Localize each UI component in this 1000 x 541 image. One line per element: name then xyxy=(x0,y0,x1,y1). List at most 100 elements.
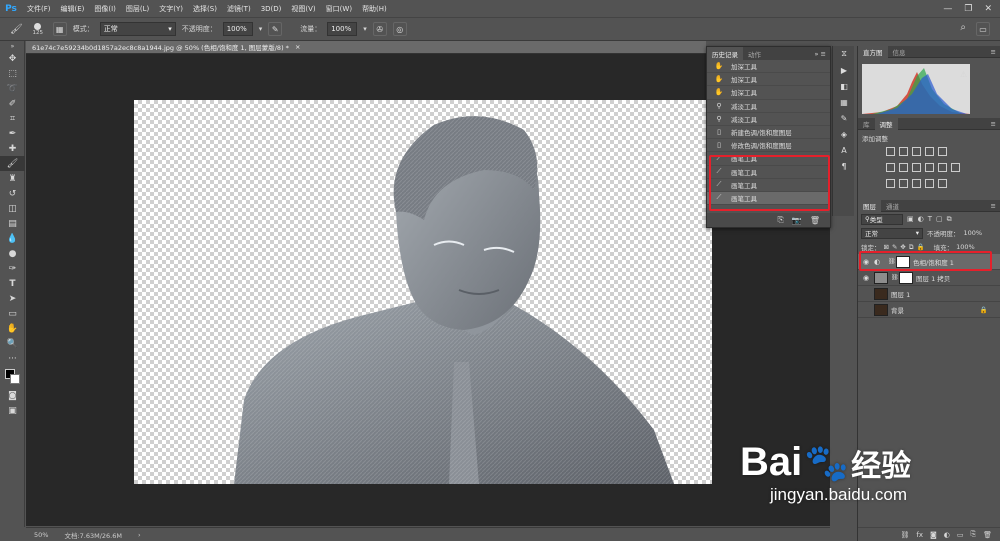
blend-mode-select[interactable]: 正常 ▾ xyxy=(861,227,923,239)
pressure-opacity-button[interactable]: ✎ xyxy=(268,22,283,36)
eye-icon[interactable]: ◉ xyxy=(858,274,874,282)
panel-menu-icon[interactable]: ≡ xyxy=(991,48,1000,56)
history-item[interactable]: ⚲ 减淡工具 xyxy=(707,113,830,126)
brush-tool-icon[interactable]: 🖌 xyxy=(10,24,23,35)
shape-tool-icon[interactable]: ▭ xyxy=(0,306,25,321)
warning-icon[interactable]: ⚠ xyxy=(960,70,967,79)
filter-adjust-icon[interactable]: ◐ xyxy=(918,215,924,223)
close-icon[interactable]: ✕ xyxy=(984,4,992,14)
crop-tool-icon[interactable]: ⌗ xyxy=(0,111,25,126)
color-balance-icon[interactable] xyxy=(886,163,895,172)
eraser-tool-icon[interactable]: ◫ xyxy=(0,201,25,216)
curves-icon[interactable] xyxy=(912,147,921,156)
trash-icon[interactable]: 🗑 xyxy=(983,531,992,539)
history-item[interactable]: ▯ 新建色调/饱和度图层 xyxy=(707,126,830,140)
history-icon[interactable]: ⧖ xyxy=(833,46,855,62)
color-swatches[interactable] xyxy=(0,366,25,388)
actions-play-icon[interactable]: ▶ xyxy=(833,62,855,78)
selective-color-icon[interactable] xyxy=(938,179,947,188)
fill-value[interactable]: 100% xyxy=(956,243,975,251)
history-item[interactable]: ⚲ 减淡工具 xyxy=(707,100,830,113)
new-group-icon[interactable]: ▭ xyxy=(957,531,964,539)
new-layer-icon[interactable]: ⎘ xyxy=(971,530,977,539)
add-mask-icon[interactable]: ◙ xyxy=(930,531,937,539)
layer-row[interactable]: ◉ ⛓ 图层 1 拷贝 xyxy=(858,270,1000,286)
tab-actions[interactable]: 动作 xyxy=(743,47,766,60)
close-tab-icon[interactable]: × xyxy=(295,43,300,51)
layer-mask-thumbnail[interactable] xyxy=(899,271,913,284)
new-document-from-state-icon[interactable]: ⎘ xyxy=(777,215,783,225)
tab-layers[interactable]: 图层 xyxy=(858,199,881,212)
gradient-map-icon[interactable] xyxy=(925,179,934,188)
more-tools-icon[interactable]: ··· xyxy=(0,351,25,366)
styles-icon[interactable]: ◈ xyxy=(833,126,855,142)
pressure-size-button[interactable]: ◎ xyxy=(392,22,407,36)
type-tool-icon[interactable]: T xyxy=(0,276,25,291)
lock-pixels-icon[interactable]: ⊠ xyxy=(884,243,889,251)
path-select-tool-icon[interactable]: ➤ xyxy=(0,291,25,306)
filter-smart-icon[interactable]: ⧉ xyxy=(947,215,952,224)
zoom-level[interactable]: 50% xyxy=(34,531,48,539)
gradient-tool-icon[interactable]: ▤ xyxy=(0,216,25,231)
lock-paint-icon[interactable]: ✎ xyxy=(892,243,897,251)
photo-filter-icon[interactable] xyxy=(912,163,921,172)
eyedropper-tool-icon[interactable]: ✒ xyxy=(0,126,25,141)
exposure-icon[interactable] xyxy=(925,147,934,156)
paragraph-icon[interactable]: ¶ xyxy=(833,158,855,174)
brush-panel-toggle[interactable]: ▦ xyxy=(52,22,67,36)
brightness-icon[interactable] xyxy=(886,147,895,156)
fx-icon[interactable]: fx xyxy=(916,531,923,539)
tab-histogram[interactable]: 直方图 xyxy=(858,45,888,58)
threshold-icon[interactable] xyxy=(912,179,921,188)
airbrush-button[interactable]: ✇ xyxy=(372,22,387,36)
panel-menu-icon[interactable]: ≡ xyxy=(991,202,1000,210)
brush-settings-icon[interactable]: ✎ xyxy=(833,110,855,126)
channel-mixer-icon[interactable] xyxy=(925,163,934,172)
menu-image[interactable]: 图像(I) xyxy=(89,4,121,14)
tab-history[interactable]: 历史记录 xyxy=(707,47,743,60)
layer-row[interactable]: 图层 1 xyxy=(858,286,1000,302)
minimize-icon[interactable]: — xyxy=(943,4,952,14)
menu-window[interactable]: 窗口(W) xyxy=(321,4,357,14)
menu-type[interactable]: 文字(Y) xyxy=(154,4,188,14)
levels-icon[interactable] xyxy=(899,147,908,156)
lock-all-icon[interactable]: 🔒 xyxy=(917,243,925,251)
posterize-icon[interactable] xyxy=(899,179,908,188)
brush-preset-picker[interactable]: 125 xyxy=(29,22,47,36)
menu-filter[interactable]: 滤镜(T) xyxy=(222,4,256,14)
hand-tool-icon[interactable]: ✋ xyxy=(0,321,25,336)
tab-adjustments[interactable]: 调整 xyxy=(874,117,898,130)
history-item[interactable]: ✋ 加深工具 xyxy=(707,86,830,100)
invert-icon[interactable] xyxy=(886,179,895,188)
history-item[interactable]: ▯ 修改色调/饱和度图层 xyxy=(707,139,830,153)
marquee-tool-icon[interactable]: ⬚ xyxy=(0,66,25,81)
chevron-right-icon[interactable]: › xyxy=(138,531,141,539)
menu-edit[interactable]: 编辑(E) xyxy=(56,4,90,14)
blur-tool-icon[interactable]: 💧 xyxy=(0,231,25,246)
dropdown-arrow-icon[interactable]: ▾ xyxy=(259,25,263,33)
vibrance-icon[interactable] xyxy=(938,147,947,156)
layer-opacity-value[interactable]: 100% xyxy=(964,229,983,237)
screen-mode-icon[interactable]: ▣ xyxy=(0,403,25,418)
filter-pixel-icon[interactable]: ▣ xyxy=(907,215,914,223)
menu-file[interactable]: 文件(F) xyxy=(22,4,56,14)
color-lookup-icon[interactable] xyxy=(938,163,947,172)
menu-layer[interactable]: 图层(L) xyxy=(121,4,154,14)
panel-menu-icon[interactable]: » ≡ xyxy=(815,50,831,58)
menu-select[interactable]: 选择(S) xyxy=(188,4,222,14)
trash-icon[interactable]: 🗑 xyxy=(810,216,820,225)
quick-select-tool-icon[interactable]: ✐ xyxy=(0,96,25,111)
restore-icon[interactable]: ❐ xyxy=(964,4,972,14)
dodge-tool-icon[interactable]: ● xyxy=(0,246,25,261)
menu-help[interactable]: 帮助(H) xyxy=(357,4,392,14)
color-icon[interactable]: ◧ xyxy=(833,78,855,94)
new-adjustment-icon[interactable]: ◐ xyxy=(944,531,950,539)
clone-stamp-tool-icon[interactable]: ♜ xyxy=(0,171,25,186)
move-tool-icon[interactable]: ✥ xyxy=(0,51,25,66)
history-item[interactable]: ✋ 加深工具 xyxy=(707,60,830,74)
panel-menu-icon[interactable]: ≡ xyxy=(991,120,1000,128)
healing-brush-tool-icon[interactable]: ✚ xyxy=(0,141,25,156)
document-tab[interactable]: 61e74c7e59234b0d1857a2ec8c8a1944.jpg @ 5… xyxy=(26,41,706,54)
black-white-icon[interactable] xyxy=(899,163,908,172)
link-layers-icon[interactable]: ⛓ xyxy=(900,531,909,539)
